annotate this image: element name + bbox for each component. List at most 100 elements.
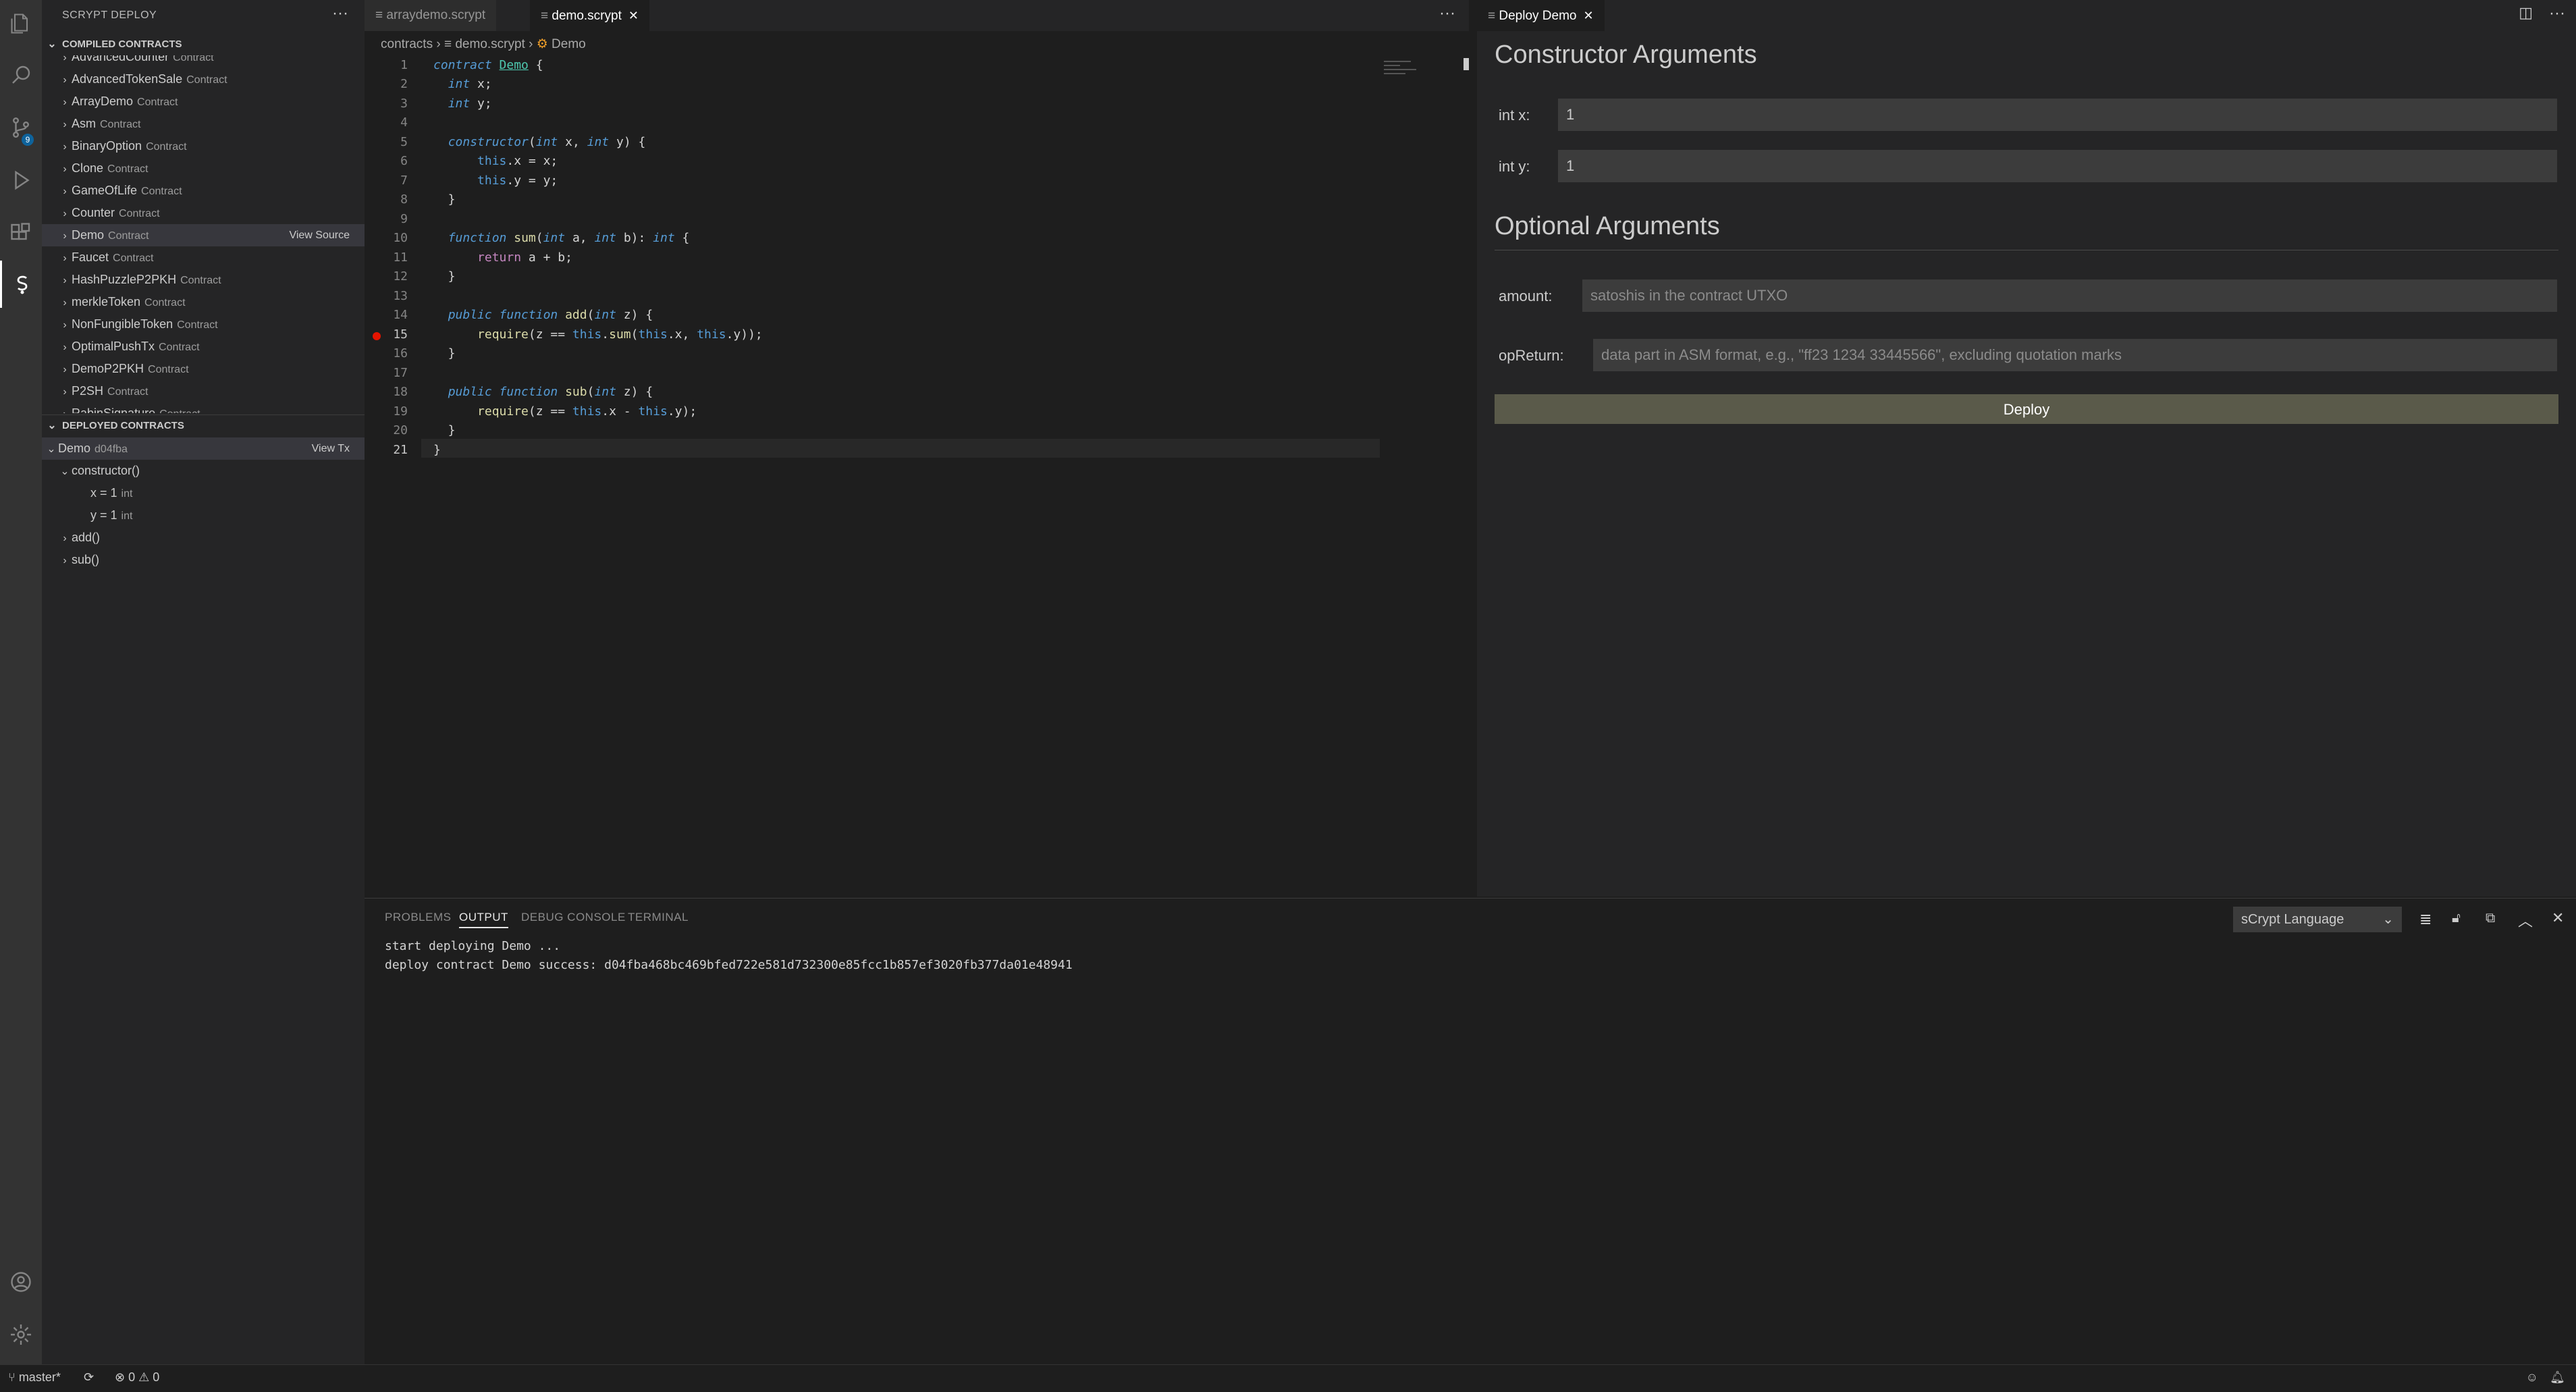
line-number: 1 [400, 58, 408, 72]
line-number: 4 [400, 115, 408, 130]
method-item-sub[interactable]: › sub() [42, 549, 365, 571]
extensions-icon[interactable] [0, 209, 42, 257]
line-number: 16 [393, 346, 408, 360]
close-icon[interactable]: ✕ [1583, 9, 1593, 22]
maximize-panel-icon[interactable]: ︿ [2518, 909, 2533, 931]
branch-status[interactable]: ⑂ master* [8, 1370, 61, 1385]
breadcrumb-item[interactable]: contracts [381, 37, 433, 51]
opreturn-label: opReturn: [1499, 347, 1564, 364]
chevron-right-icon: › [436, 37, 444, 51]
breadcrumb: contracts › ≡ demo.scrypt › ⚙ Demo [365, 31, 1469, 58]
chevron-right-icon: › [63, 364, 67, 375]
list-item[interactable]: › NonFungibleToken Contract [42, 313, 365, 336]
file-icon: ≡ [444, 37, 456, 51]
list-item[interactable]: › BinaryOption Contract [42, 135, 365, 157]
run-debug-icon[interactable] [0, 157, 42, 204]
close-icon[interactable]: ✕ [628, 9, 639, 22]
output-channel-select[interactable]: sCrypt Language ⌄ [2233, 907, 2402, 932]
list-item[interactable]: › merkleToken Contract [42, 291, 365, 313]
class-icon: ⚙ [536, 37, 552, 51]
tab-problems[interactable]: PROBLEMS [385, 911, 451, 924]
settings-gear-icon[interactable] [0, 1311, 42, 1358]
list-item-selected[interactable]: › Demo Contract View Source [42, 224, 365, 246]
scrollbar[interactable] [1464, 58, 1469, 70]
int-y-input[interactable] [1558, 150, 2557, 182]
list-item[interactable]: › HashPuzzleP2PKH Contract [42, 269, 365, 291]
error-icon: ⊗ [115, 1370, 129, 1384]
code-line: contract Demo { [433, 58, 543, 72]
opreturn-input[interactable] [1593, 339, 2557, 371]
scrypt-icon[interactable] [0, 261, 42, 308]
code-line: this.x = x; [477, 154, 558, 168]
tab-demo[interactable]: ≡ demo.scrypt ✕ [530, 0, 649, 31]
editor-tab-bar: ≡ arraydemo.scrypt ≡ demo.scrypt ✕ ··· [365, 0, 1469, 31]
sidebar-title: SCRYPT DEPLOY [62, 9, 157, 21]
chevron-right-icon: › [63, 186, 67, 197]
chevron-right-icon: › [63, 74, 67, 86]
webview-more-icon[interactable]: ··· [2549, 0, 2565, 27]
chevron-right-icon: › [63, 386, 67, 398]
code-line: require(z == this.sum(this.x, this.y)); [477, 327, 763, 342]
list-item[interactable]: › OptimalPushTx Contract [42, 336, 365, 358]
view-tx-button[interactable]: View Tx [312, 437, 350, 460]
chevron-down-icon: ⌄ [47, 420, 57, 431]
source-control-icon[interactable]: 9 [0, 104, 42, 151]
tab-output[interactable]: OUTPUT [459, 911, 508, 928]
chevron-right-icon: › [529, 37, 537, 51]
close-panel-icon[interactable]: ✕ [2552, 909, 2564, 927]
chevron-right-icon: › [63, 119, 67, 130]
tab-arraydemo[interactable]: ≡ arraydemo.scrypt [365, 0, 497, 31]
breadcrumb-item[interactable]: Demo [552, 37, 586, 51]
tab-terminal[interactable]: TERMINAL [628, 911, 689, 924]
chevron-down-icon: ⌄ [60, 466, 70, 477]
list-item[interactable]: › AdvancedCounter Contract [42, 55, 365, 68]
problems-status[interactable]: ⊗ 0 ⚠ 0 [115, 1370, 159, 1385]
list-item[interactable]: › Asm Contract [42, 113, 365, 135]
list-item[interactable]: › Counter Contract [42, 202, 365, 224]
breakpoint-icon[interactable] [373, 332, 381, 340]
compiled-contracts-header[interactable]: ⌄ COMPILED CONTRACTS [42, 34, 365, 55]
code-line: } [433, 192, 456, 207]
sync-icon[interactable]: ⟳ [84, 1370, 94, 1385]
chevron-right-icon: › [63, 97, 67, 108]
list-item[interactable]: › GameOfLife Contract [42, 180, 365, 202]
output-line: deploy contract Demo success: d04fba468b… [385, 958, 1073, 972]
line-number: 10 [393, 231, 408, 245]
int-x-input[interactable] [1558, 99, 2557, 131]
list-item[interactable]: ›RabinSignatureContract [42, 402, 365, 413]
line-number: 7 [400, 173, 408, 188]
constructor-item[interactable]: ⌄ constructor() [42, 460, 365, 482]
tab-deploy-demo[interactable]: ≡ Deploy Demo ✕ [1477, 0, 1605, 31]
list-item[interactable]: › Faucet Contract [42, 246, 365, 269]
list-item[interactable]: › P2SH Contract [42, 380, 365, 402]
param-item: x = 1 int [90, 486, 133, 500]
amount-input[interactable] [1582, 279, 2557, 312]
deployed-contract-item[interactable]: ⌄ Demo d04fba View Tx [42, 437, 365, 460]
minimap[interactable] [1384, 58, 1427, 85]
open-log-icon[interactable]: ⧉ [2486, 911, 2495, 926]
deployed-contracts-header[interactable]: ⌄ DEPLOYED CONTRACTS [42, 414, 365, 437]
split-editor-icon[interactable]: ◫ [2519, 4, 2533, 22]
list-item[interactable]: › AdvancedTokenSale Contract [42, 68, 365, 90]
compiled-contracts-list[interactable]: › AdvancedCounter Contract › AdvancedTokenS… [42, 55, 365, 413]
deploy-button[interactable]: Deploy [1495, 394, 2558, 424]
method-item-add[interactable]: › add() [42, 527, 365, 549]
feedback-icon[interactable]: ☺ [2526, 1370, 2538, 1385]
list-item[interactable]: › ArrayDemo Contract [42, 90, 365, 113]
output-line: start deploying Demo ... [385, 939, 561, 953]
list-item[interactable]: › DemoP2PKH Contract [42, 358, 365, 380]
tab-debug-console[interactable]: DEBUG CONSOLE [521, 911, 626, 924]
lock-icon[interactable]: 🔓︎ [2452, 911, 2461, 926]
breadcrumb-item[interactable]: demo.scrypt [455, 37, 525, 51]
view-source-button[interactable]: View Source [289, 224, 350, 246]
list-item[interactable]: › Clone Contract [42, 157, 365, 180]
code-editor[interactable]: 1 2 3 4 5 6 7 8 9 10 11 12 13 14 15 16 1… [365, 58, 1469, 896]
search-icon[interactable] [0, 51, 42, 99]
clear-output-icon[interactable]: ≣ [2419, 911, 2432, 928]
editor-more-icon[interactable]: ··· [1439, 0, 1455, 27]
account-icon[interactable] [0, 1258, 42, 1306]
explorer-icon[interactable] [0, 0, 42, 47]
sidebar-more-icon[interactable]: ··· [332, 0, 348, 31]
chevron-down-icon: ⌄ [47, 38, 57, 50]
notifications-icon[interactable]: 🔔︎ [2550, 1370, 2565, 1385]
